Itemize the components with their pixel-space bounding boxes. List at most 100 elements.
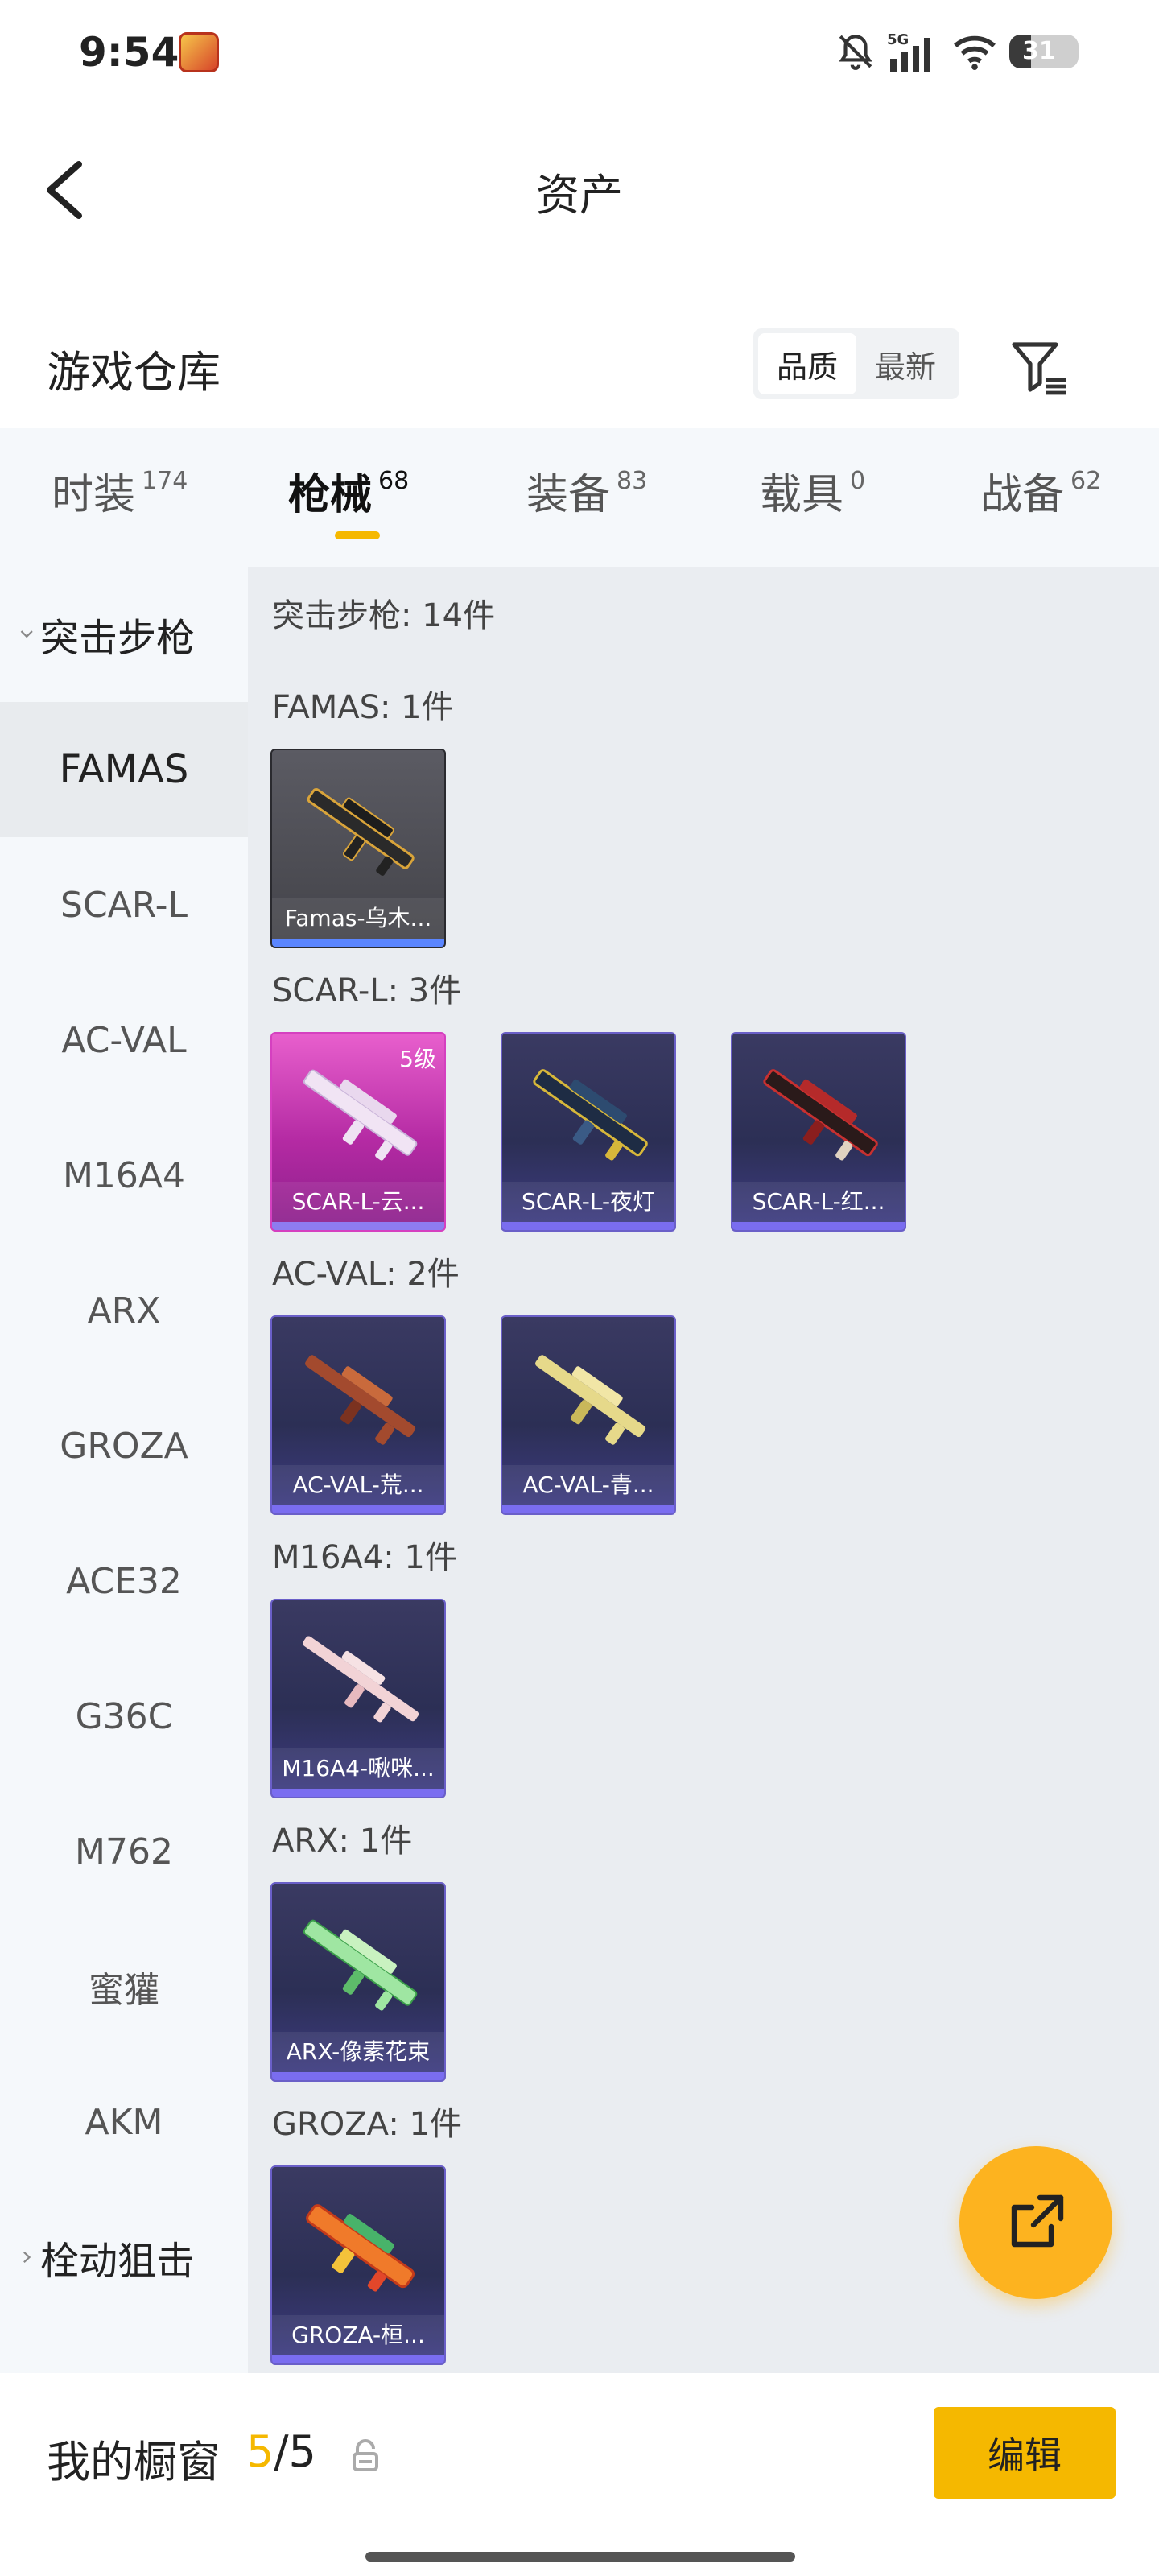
- showcase-count: 5/5: [246, 2426, 316, 2477]
- weapon-card[interactable]: SCAR-L-红...: [731, 1032, 906, 1232]
- category-tabs: 时装 174 枪械 68 装备 83 载具 0 战备 62: [0, 428, 1159, 567]
- sidebar-item-honey-badger[interactable]: 蜜獾: [0, 1919, 248, 2054]
- weapon-list: 突击步枪: 14件 FAMAS: 1件 Famas-乌木... SCAR-L: …: [248, 567, 1159, 2373]
- weapon-card-name: SCAR-L-红...: [732, 1182, 905, 1222]
- weapon-card[interactable]: AC-VAL-青...: [501, 1315, 676, 1515]
- weapon-card-name: AC-VAL-荒...: [272, 1465, 444, 1505]
- tab-label: 战备: [980, 471, 1065, 519]
- weapon-card-name: GROZA-桓...: [272, 2315, 444, 2355]
- showcase-total-count: /5: [274, 2426, 316, 2477]
- weapon-card-name: AC-VAL-青...: [502, 1465, 674, 1505]
- rarity-bar: [272, 2355, 444, 2363]
- status-time: 9:54: [79, 29, 179, 76]
- sidebar-item-akm[interactable]: AKM: [0, 2054, 248, 2190]
- tab-count: 68: [378, 467, 410, 495]
- section-heading: SCAR-L: 3件: [272, 972, 462, 1009]
- status-bar: 9:54 5G 31: [0, 0, 1159, 105]
- mute-bell-icon: [839, 35, 872, 70]
- rarity-bar: [502, 1505, 674, 1513]
- page-header: 资产: [0, 121, 1159, 258]
- sort-quality-button[interactable]: 品质: [758, 333, 856, 394]
- lock-icon: [353, 2439, 378, 2471]
- scar-l-gun-image: [763, 1069, 878, 1161]
- chevron-right-icon: [23, 2252, 31, 2263]
- sidebar-item-groza[interactable]: GROZA: [0, 1378, 248, 1513]
- tab-count: 83: [617, 467, 648, 495]
- share-fab-button[interactable]: [959, 2146, 1112, 2299]
- tab-equipment[interactable]: 装备 83: [526, 460, 647, 521]
- battery-level: 31: [1022, 37, 1056, 65]
- weapon-card[interactable]: SCAR-L-夜灯: [501, 1032, 676, 1232]
- showcase-bar: 我的橱窗 5/5 编辑: [0, 2373, 1159, 2576]
- famas-gun-image: [307, 788, 415, 876]
- sidebar-item-arx[interactable]: ARX: [0, 1243, 248, 1378]
- weapon-card-name: ARX-像素花束: [272, 2032, 444, 2072]
- weapon-card-name: SCAR-L-夜灯: [502, 1182, 674, 1222]
- sort-toggle: 品质 最新: [753, 328, 959, 399]
- game-app-icon: [179, 32, 219, 72]
- rarity-bar: [272, 1789, 444, 1797]
- showcase-label: 我的橱窗: [47, 2437, 221, 2487]
- tab-label: 枪械: [288, 471, 373, 519]
- rarity-bar: [502, 1222, 674, 1230]
- filter-icon: [1012, 342, 1066, 395]
- svg-text:5G: 5G: [887, 31, 909, 48]
- sidebar-item-ac-val[interactable]: AC-VAL: [0, 972, 248, 1108]
- tab-fashion[interactable]: 时装 174: [52, 460, 188, 521]
- section-heading: M16A4: 1件: [272, 1539, 457, 1576]
- battery-icon: 31: [1009, 35, 1079, 68]
- sort-newest-button[interactable]: 最新: [856, 333, 955, 394]
- showcase-current-count: 5: [246, 2426, 274, 2477]
- rarity-bar: [272, 1505, 444, 1513]
- sidebar-item-famas[interactable]: FAMAS: [0, 702, 248, 837]
- scar-l-gun-image: [533, 1069, 648, 1161]
- sidebar-group-assault-rifles[interactable]: 突击步枪: [0, 567, 248, 702]
- tab-count: 62: [1070, 467, 1102, 495]
- weapon-card-name: M16A4-啾咪...: [272, 1748, 444, 1789]
- status-icons: 5G 31: [835, 27, 1079, 76]
- sidebar-group-bolt-snipers[interactable]: 栓动狙击: [0, 2190, 248, 2325]
- warehouse-title: 游戏仓库: [47, 347, 221, 398]
- sidebar-item-ace32[interactable]: ACE32: [0, 1513, 248, 1649]
- m16a4-gun-image: [303, 1636, 419, 1723]
- tab-count: 0: [850, 467, 866, 495]
- tab-vehicles[interactable]: 载具 0: [760, 460, 865, 521]
- weapon-card[interactable]: AC-VAL-荒...: [270, 1315, 446, 1515]
- weapon-card-name: SCAR-L-云...: [272, 1182, 444, 1222]
- tab-count: 174: [142, 467, 188, 495]
- sidebar-item-scar-l[interactable]: SCAR-L: [0, 837, 248, 972]
- groza-gun-image: [306, 2204, 415, 2292]
- filter-button[interactable]: [1008, 335, 1072, 399]
- share-external-icon: [1011, 2194, 1064, 2248]
- tab-guns[interactable]: 枪械 68: [288, 460, 409, 521]
- tab-label: 载具: [760, 471, 844, 519]
- edit-button[interactable]: 编辑: [934, 2407, 1116, 2499]
- weapon-card[interactable]: Famas-乌木...: [270, 749, 446, 948]
- weapon-card[interactable]: 5级 SCAR-L-云...: [270, 1032, 446, 1232]
- tab-battle-supplies[interactable]: 战备 62: [980, 460, 1101, 521]
- weapon-card[interactable]: ARX-像素花束: [270, 1882, 446, 2082]
- sidebar-item-g36c[interactable]: G36C: [0, 1649, 248, 1784]
- sidebar-group-label: 栓动狙击: [40, 2239, 196, 2284]
- section-heading: AC-VAL: 2件: [272, 1256, 460, 1293]
- weapon-card[interactable]: M16A4-啾咪...: [270, 1599, 446, 1798]
- sidebar-item-m16a4[interactable]: M16A4: [0, 1108, 248, 1243]
- weapon-sidebar: 突击步枪 FAMAS SCAR-L AC-VAL M16A4 ARX GROZA…: [0, 567, 248, 2373]
- rarity-bar: [272, 939, 444, 947]
- tab-label: 时装: [52, 471, 136, 519]
- rarity-bar: [272, 2072, 444, 2080]
- weapon-card-name: Famas-乌木...: [272, 898, 444, 939]
- active-tab-indicator: [335, 531, 380, 539]
- arx-gun-image: [303, 1919, 418, 2011]
- page-title: 资产: [536, 170, 623, 221]
- signal-5g-icon: 5G: [887, 31, 930, 72]
- rarity-bar: [732, 1222, 905, 1230]
- ac-val-gun-image: [535, 1355, 646, 1445]
- chevron-down-icon: [20, 630, 33, 638]
- weapon-card[interactable]: GROZA-桓...: [270, 2165, 446, 2365]
- sidebar-item-m762[interactable]: M762: [0, 1784, 248, 1919]
- sidebar-group-label: 突击步枪: [40, 616, 196, 661]
- weapon-level-badge: 5级: [399, 1046, 436, 1072]
- rarity-bar: [272, 1222, 444, 1230]
- home-indicator[interactable]: [365, 2552, 795, 2562]
